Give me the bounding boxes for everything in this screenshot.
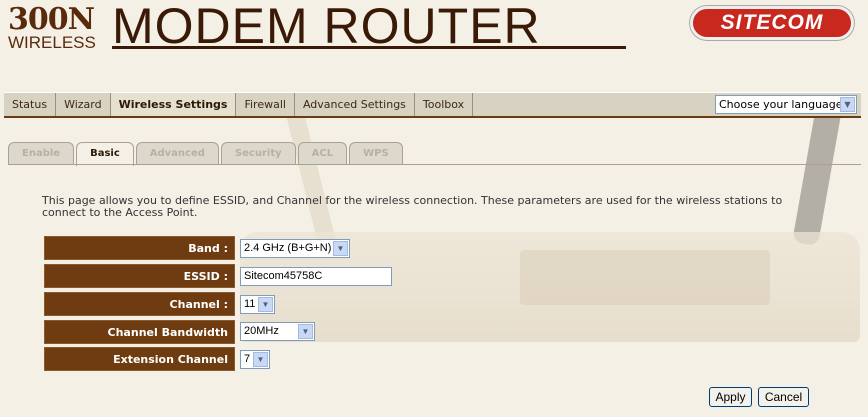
- bandwidth-select[interactable]: 20MHz ▼: [240, 322, 315, 341]
- nav-item-firewall[interactable]: Firewall: [236, 93, 295, 116]
- brand-logo: SITECOM: [690, 6, 854, 40]
- chevron-down-icon: ▼: [258, 297, 273, 312]
- apply-button[interactable]: Apply: [709, 387, 752, 407]
- extension-select-value: 7: [244, 353, 251, 365]
- title-underline: [112, 46, 626, 49]
- product-title: MODEM ROUTER: [112, 0, 541, 54]
- cancel-button[interactable]: Cancel: [758, 387, 809, 407]
- background-router-panel: [520, 250, 770, 305]
- language-select-value: Choose your language: [719, 98, 843, 111]
- extension-select[interactable]: 7 ▼: [240, 350, 270, 369]
- band-select-value: 2.4 GHz (B+G+N): [244, 242, 332, 254]
- page-description: This page allows you to define ESSID, an…: [42, 194, 783, 219]
- band-select[interactable]: 2.4 GHz (B+G+N) ▼: [240, 239, 350, 258]
- tab-security[interactable]: Security: [220, 142, 296, 165]
- logo-300n: 300N: [8, 2, 95, 37]
- channel-select-value: 11: [244, 298, 256, 310]
- nav-item-toolbox[interactable]: Toolbox: [415, 93, 474, 116]
- bandwidth-label: Channel Bandwidth: [44, 320, 235, 344]
- chevron-down-icon: ▼: [298, 324, 313, 339]
- nav-item-status[interactable]: Status: [4, 93, 57, 116]
- extension-label: Extension Channel: [44, 347, 235, 371]
- extension-row: Extension Channel: [44, 347, 235, 371]
- main-nav: Status Wizard Wireless Settings Firewall…: [4, 92, 861, 118]
- chevron-down-icon: ▼: [333, 241, 348, 256]
- essid-row: ESSID :: [44, 264, 235, 288]
- chevron-down-icon: ▼: [253, 352, 268, 367]
- nav-item-wizard[interactable]: Wizard: [56, 93, 111, 116]
- tab-acl[interactable]: ACL: [297, 142, 348, 165]
- chevron-down-icon: ▼: [840, 97, 855, 112]
- channel-select[interactable]: 11 ▼: [240, 295, 275, 314]
- band-row: Band :: [44, 236, 235, 260]
- essid-label: ESSID :: [44, 264, 235, 288]
- nav-item-advanced-settings[interactable]: Advanced Settings: [295, 93, 415, 116]
- subtab-divider: [8, 164, 861, 165]
- bandwidth-row: Channel Bandwidth: [44, 320, 235, 344]
- logo-wireless: WIRELESS: [8, 33, 96, 52]
- subtabs: Enable Basic Advanced Security ACL WPS: [8, 142, 405, 166]
- channel-row: Channel :: [44, 292, 235, 316]
- essid-input[interactable]: Sitecom45758C: [240, 267, 392, 286]
- channel-label: Channel :: [44, 292, 235, 316]
- tab-advanced[interactable]: Advanced: [135, 142, 219, 165]
- band-label: Band :: [44, 236, 235, 260]
- bandwidth-select-value: 20MHz: [244, 325, 279, 337]
- language-select[interactable]: Choose your language ▼: [715, 95, 857, 114]
- tab-wps[interactable]: WPS: [349, 142, 403, 165]
- tab-enable[interactable]: Enable: [8, 142, 75, 165]
- nav-item-wireless-settings[interactable]: Wireless Settings: [110, 93, 237, 116]
- header: 300N WIRELESS MODEM ROUTER SITECOM: [0, 0, 868, 58]
- tab-basic[interactable]: Basic: [76, 142, 134, 166]
